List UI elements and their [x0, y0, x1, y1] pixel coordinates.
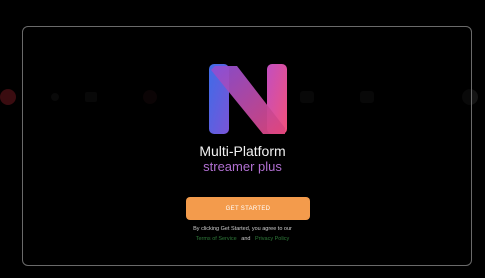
legal-links: Terms of Service and Privacy Policy: [0, 236, 485, 242]
app-subtitle: streamer plus: [203, 159, 282, 174]
app-title: Multi-Platform: [199, 143, 286, 159]
legal-notice: By clicking Get Started, you agree to ou…: [193, 226, 292, 232]
terms-of-service-link[interactable]: Terms of Service: [196, 236, 237, 242]
welcome-screen: Multi-Platform streamer plus GET STARTED…: [0, 0, 485, 278]
multi-platform-logo: [209, 64, 287, 134]
privacy-policy-link[interactable]: Privacy Policy: [255, 236, 289, 242]
legal-conjunction: and: [241, 236, 251, 242]
bg-red-icon: [0, 89, 16, 105]
get-started-button[interactable]: GET STARTED: [186, 197, 310, 220]
